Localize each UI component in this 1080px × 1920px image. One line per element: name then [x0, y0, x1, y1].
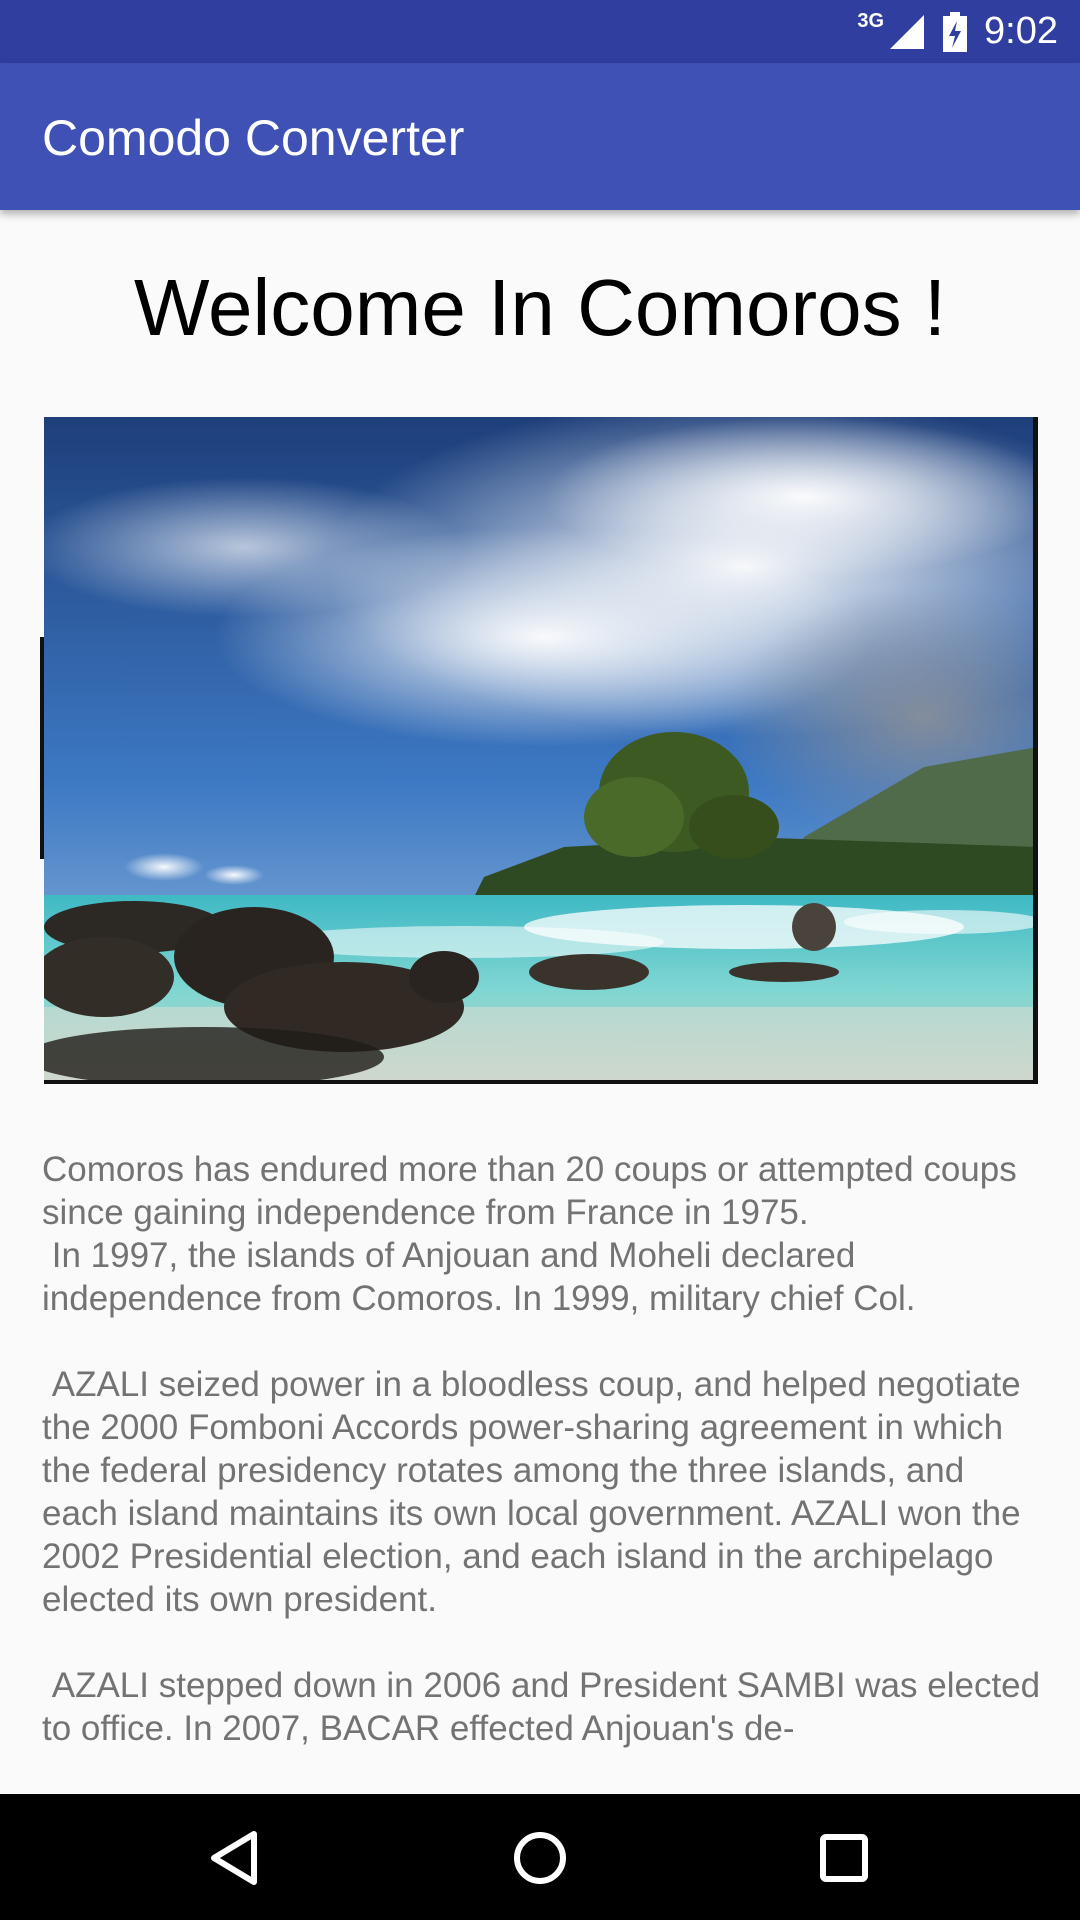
- back-icon[interactable]: [200, 1822, 272, 1894]
- article-paragraph: AZALI stepped down in 2006 and President…: [42, 1666, 1050, 1748]
- recents-icon[interactable]: [808, 1822, 880, 1894]
- app-bar: Comodo Converter: [0, 63, 1080, 210]
- article-text: Comoros has endured more than 20 coups o…: [42, 1148, 1042, 1750]
- home-icon[interactable]: [504, 1822, 576, 1894]
- status-bar: 3G 9:02: [0, 0, 1080, 63]
- battery-charging-icon: [943, 11, 968, 52]
- signal-icon: [890, 14, 925, 49]
- navigation-bar: [0, 1794, 1080, 1920]
- beach-landscape-image: [44, 417, 1038, 1084]
- app-title: Comodo Converter: [42, 110, 465, 166]
- network-type-label: 3G: [857, 10, 885, 32]
- article-paragraph: AZALI seized power in a bloodless coup, …: [42, 1365, 1031, 1619]
- clock: 9:02: [984, 10, 1058, 52]
- main-content[interactable]: Welcome In Comoros ! Comoros has endured…: [0, 210, 1080, 1794]
- article-paragraph: Comoros has endured more than 20 coups o…: [42, 1150, 1017, 1318]
- welcome-heading: Welcome In Comoros !: [133, 263, 947, 352]
